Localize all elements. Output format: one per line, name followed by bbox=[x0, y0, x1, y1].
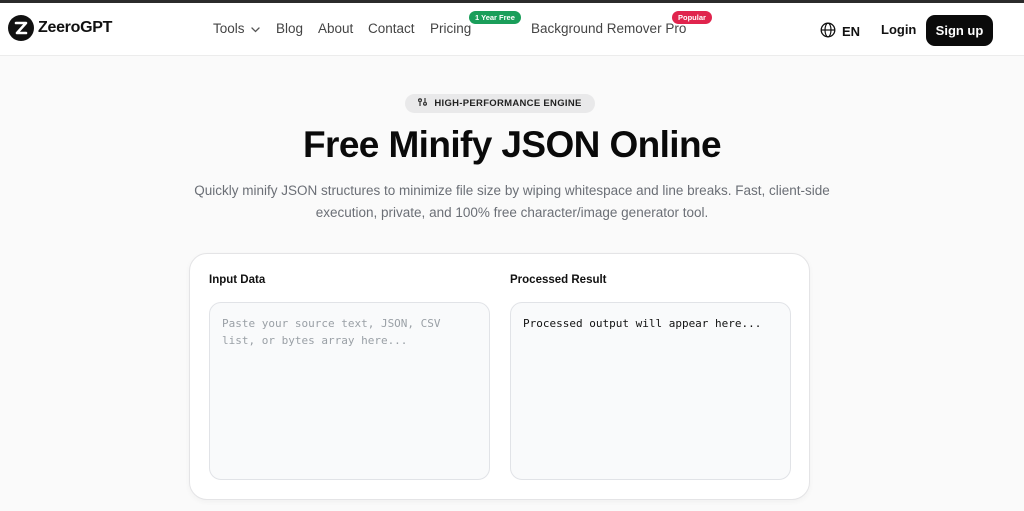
nav-pricing[interactable]: Pricing bbox=[430, 21, 471, 36]
login-link[interactable]: Login bbox=[881, 22, 916, 37]
page-subtitle: Quickly minify JSON structures to minimi… bbox=[192, 180, 832, 224]
processed-result-label: Processed Result bbox=[510, 274, 607, 286]
engine-badge-label: HIGH-PERFORMANCE ENGINE bbox=[434, 98, 582, 109]
nav-background-remover[interactable]: Background Remover Pro bbox=[531, 21, 686, 36]
nav-tools-label: Tools bbox=[213, 21, 245, 36]
nav-contact[interactable]: Contact bbox=[368, 21, 415, 36]
zeerogpt-logo-icon bbox=[8, 15, 34, 41]
subtitle-line-1: Quickly minify JSON structures to minimi… bbox=[194, 183, 830, 198]
chevron-down-icon bbox=[250, 21, 260, 36]
language-label: EN bbox=[842, 24, 861, 39]
output-textarea[interactable]: Processed output will appear here... bbox=[510, 302, 791, 480]
nav-about[interactable]: About bbox=[318, 21, 353, 36]
input-textarea[interactable]: Paste your source text, JSON, CSV list, … bbox=[209, 302, 490, 480]
input-data-label: Input Data bbox=[209, 274, 266, 286]
page-title: Free Minify JSON Online bbox=[303, 124, 722, 165]
signup-button[interactable]: Sign up bbox=[926, 15, 993, 46]
sliders-icon bbox=[418, 97, 428, 110]
site-header: ZeeroGPT Tools Blog About Contact Pricin… bbox=[0, 3, 1024, 56]
engine-badge: HIGH-PERFORMANCE ENGINE bbox=[405, 94, 595, 113]
brand-name: ZeeroGPT bbox=[38, 19, 113, 36]
popular-badge: Popular bbox=[672, 11, 712, 24]
nav-blog[interactable]: Blog bbox=[276, 21, 303, 36]
language-selector[interactable]: EN bbox=[820, 22, 860, 41]
globe-icon bbox=[820, 22, 836, 41]
subtitle-line-2: execution, private, and 100% free charac… bbox=[315, 205, 709, 220]
pricing-badge: 1 Year Free bbox=[469, 11, 521, 24]
nav-tools[interactable]: Tools bbox=[213, 21, 260, 36]
brand-logo[interactable]: ZeeroGPT bbox=[8, 15, 112, 41]
